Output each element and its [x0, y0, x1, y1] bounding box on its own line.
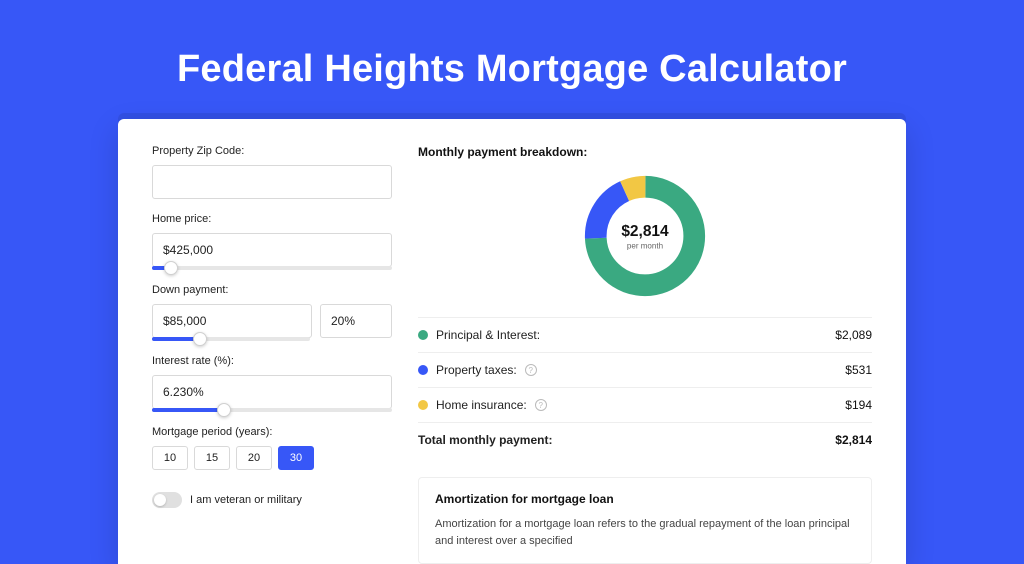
legend-total-value: $2,814	[835, 433, 872, 447]
info-icon[interactable]: ?	[535, 399, 547, 411]
legend-label: Principal & Interest:	[436, 328, 540, 342]
rate-slider-fill	[152, 408, 224, 412]
amortization-card: Amortization for mortgage loan Amortizat…	[418, 477, 872, 564]
rate-label: Interest rate (%):	[152, 355, 392, 367]
legend-value: $531	[845, 363, 872, 377]
down-pct-input[interactable]	[320, 304, 392, 338]
amortization-title: Amortization for mortgage loan	[435, 492, 855, 506]
down-field: Down payment:	[152, 284, 392, 341]
veteran-label: I am veteran or military	[190, 494, 302, 506]
dot-yellow-icon	[418, 400, 428, 410]
rate-slider-thumb[interactable]	[217, 403, 231, 417]
donut-chart: $2,814 per month	[418, 169, 872, 317]
period-options: 10 15 20 30	[152, 446, 392, 470]
donut-center-sub: per month	[627, 241, 663, 250]
period-btn-20[interactable]: 20	[236, 446, 272, 470]
zip-field: Property Zip Code:	[152, 145, 392, 199]
donut-center-amount: $2,814	[621, 223, 669, 240]
hero: Federal Heights Mortgage Calculator	[0, 0, 1024, 119]
amortization-body: Amortization for a mortgage loan refers …	[435, 516, 855, 549]
period-btn-15[interactable]: 15	[194, 446, 230, 470]
period-field: Mortgage period (years): 10 15 20 30	[152, 426, 392, 470]
price-slider[interactable]	[152, 266, 392, 270]
zip-input[interactable]	[152, 165, 392, 199]
rate-field: Interest rate (%):	[152, 355, 392, 412]
price-label: Home price:	[152, 213, 392, 225]
donut-svg: $2,814 per month	[580, 171, 710, 301]
dot-blue-icon	[418, 365, 428, 375]
period-btn-30[interactable]: 30	[278, 446, 314, 470]
price-slider-thumb[interactable]	[164, 261, 178, 275]
legend-label: Home insurance:	[436, 398, 527, 412]
price-input[interactable]	[152, 233, 392, 267]
period-btn-10[interactable]: 10	[152, 446, 188, 470]
price-field: Home price:	[152, 213, 392, 270]
legend-total-label: Total monthly payment:	[418, 433, 552, 447]
veteran-toggle[interactable]	[152, 492, 182, 508]
down-slider[interactable]	[152, 337, 310, 341]
legend-row-taxes: Property taxes: ? $531	[418, 353, 872, 388]
inputs-column: Property Zip Code: Home price: Down paym…	[152, 145, 392, 564]
info-icon[interactable]: ?	[525, 364, 537, 376]
dot-green-icon	[418, 330, 428, 340]
down-input[interactable]	[152, 304, 312, 338]
veteran-row: I am veteran or military	[152, 492, 392, 508]
down-slider-thumb[interactable]	[193, 332, 207, 346]
legend-row-total: Total monthly payment: $2,814	[418, 423, 872, 457]
period-label: Mortgage period (years):	[152, 426, 392, 438]
calculator-card: Property Zip Code: Home price: Down paym…	[118, 119, 906, 564]
legend-value: $194	[845, 398, 872, 412]
legend-row-principal: Principal & Interest: $2,089	[418, 318, 872, 353]
breakdown-title: Monthly payment breakdown:	[418, 145, 872, 159]
down-label: Down payment:	[152, 284, 392, 296]
breakdown-column: Monthly payment breakdown: $2,814 per mo…	[418, 145, 872, 564]
zip-label: Property Zip Code:	[152, 145, 392, 157]
legend: Principal & Interest: $2,089 Property ta…	[418, 317, 872, 457]
rate-input[interactable]	[152, 375, 392, 409]
legend-row-insurance: Home insurance: ? $194	[418, 388, 872, 423]
legend-label: Property taxes:	[436, 363, 517, 377]
legend-value: $2,089	[835, 328, 872, 342]
page-title: Federal Heights Mortgage Calculator	[0, 48, 1024, 91]
rate-slider[interactable]	[152, 408, 392, 412]
